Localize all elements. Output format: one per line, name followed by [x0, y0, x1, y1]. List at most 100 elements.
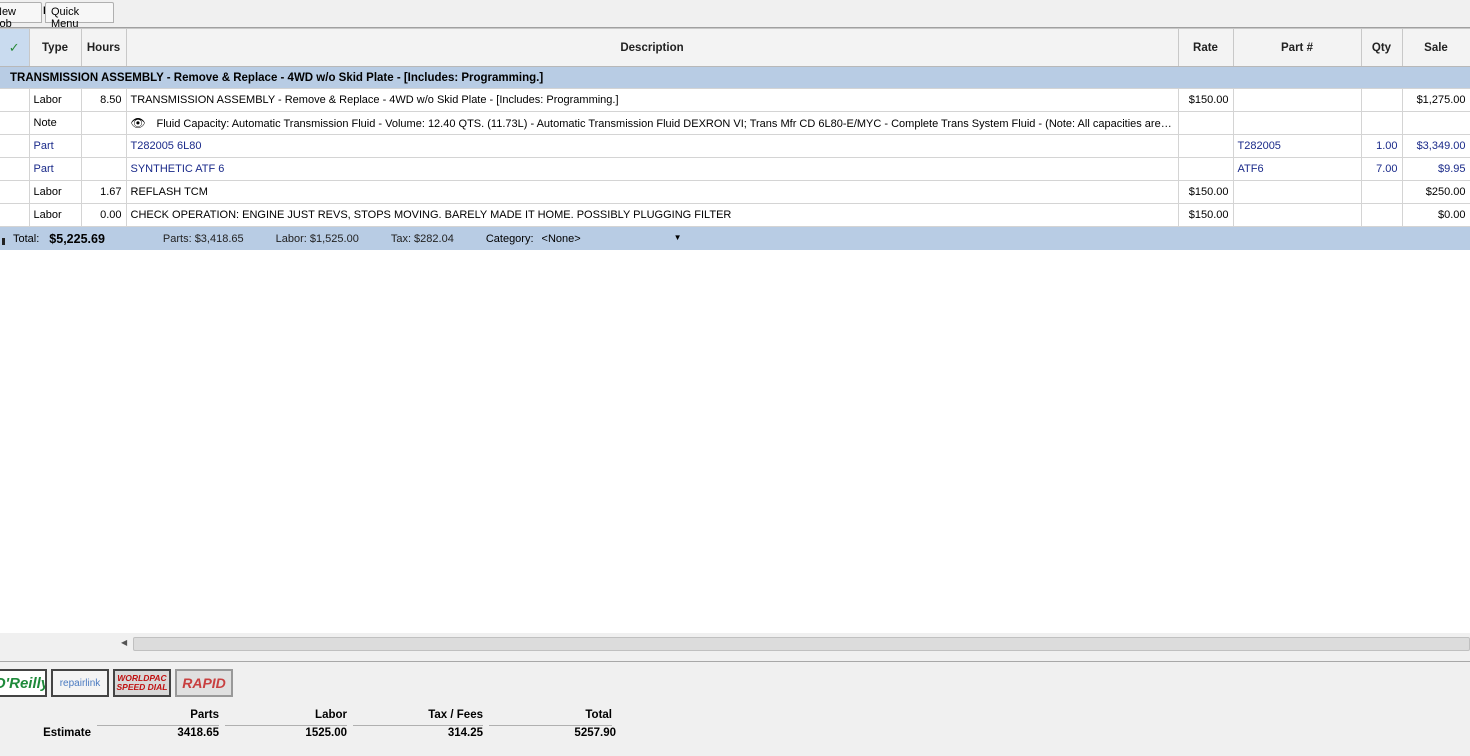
- row-description: REFLASH TCM: [126, 180, 1179, 204]
- row-sale: $9.95: [1402, 157, 1470, 181]
- column-header-description[interactable]: Description: [126, 28, 1179, 67]
- row-type: Part: [29, 157, 82, 181]
- labor-total: Labor: $1,525.00: [275, 232, 359, 245]
- row-rate: [1178, 111, 1234, 135]
- row-rate: $150.00: [1178, 180, 1234, 204]
- row-sale: [1402, 111, 1470, 135]
- row-checkbox[interactable]: [0, 111, 30, 135]
- repairlink-button[interactable]: repairlink: [51, 669, 109, 697]
- column-header-hours[interactable]: Hours: [81, 28, 127, 67]
- job-grid: ✓ Type Hours Description Rate Part # Qty…: [0, 28, 1470, 227]
- row-description: T282005 6L80: [126, 134, 1179, 158]
- row-qty: 1.00: [1361, 134, 1403, 158]
- row-rate: $150.00: [1178, 88, 1234, 112]
- table-row[interactable]: Labor 0.00 CHECK OPERATION: ENGINE JUST …: [0, 203, 1470, 227]
- row-part-number: [1233, 111, 1362, 135]
- column-header-part-number[interactable]: Part #: [1233, 28, 1362, 67]
- row-type: Part: [29, 134, 82, 158]
- tax-total: Tax: $282.04: [390, 232, 454, 245]
- estimate-header-parts: Parts: [97, 709, 219, 726]
- scroll-left-arrow-icon[interactable]: ◀: [121, 638, 127, 647]
- eye-icon[interactable]: 👁: [131, 116, 149, 130]
- row-checkbox[interactable]: [0, 134, 30, 158]
- row-rate: [1178, 134, 1234, 158]
- horizontal-scrollbar[interactable]: [133, 637, 1470, 651]
- note-text: Fluid Capacity: Automatic Transmission F…: [156, 118, 1178, 130]
- row-hours: 0.00: [81, 203, 127, 227]
- row-indicator: [2, 238, 5, 245]
- select-all-checkbox[interactable]: ✓: [0, 28, 30, 67]
- row-sale: $1,275.00: [1402, 88, 1470, 112]
- table-row[interactable]: Part T282005 6L80 T282005 1.00 $3,349.00: [0, 134, 1470, 158]
- estimate-header-tax: Tax / Fees: [353, 709, 483, 726]
- table-row[interactable]: Part SYNTHETIC ATF 6 ATF6 7.00 $9.95: [0, 157, 1470, 181]
- tab-quick-menu-label: Quick Menu: [51, 6, 80, 30]
- tab-new-job[interactable]: New Job: [0, 2, 42, 30]
- row-checkbox[interactable]: [0, 157, 30, 181]
- rapid-logo: RAPID: [182, 675, 226, 691]
- row-rate: [1178, 157, 1234, 181]
- column-header-qty[interactable]: Qty: [1361, 28, 1403, 67]
- repairlink-logo: repairlink: [59, 677, 101, 689]
- row-part-number: ATF6: [1233, 157, 1362, 181]
- row-part-number: T282005: [1233, 134, 1362, 158]
- total-value: $5,225.69: [49, 231, 105, 246]
- oreilly-logo: O'Reilly: [0, 674, 45, 692]
- column-header-rate[interactable]: Rate: [1178, 28, 1234, 67]
- table-row[interactable]: Note 👁 Fluid Capacity: Automatic Transmis…: [0, 111, 1470, 135]
- row-qty: 7.00: [1361, 157, 1403, 181]
- row-type: Labor: [29, 180, 82, 204]
- estimate-tax-value: 314.25: [447, 727, 483, 739]
- table-row[interactable]: Labor 8.50 TRANSMISSION ASSEMBLY - Remov…: [0, 88, 1470, 112]
- worldpac-logo-line2: SPEED DIAL: [116, 682, 168, 692]
- row-qty: [1361, 180, 1403, 204]
- row-type: Labor: [29, 88, 82, 112]
- worldpac-speed-dial-button[interactable]: WORLDPAC SPEED DIAL: [113, 669, 171, 697]
- row-hours: 1.67: [81, 180, 127, 204]
- row-type: Labor: [29, 203, 82, 227]
- category-value: <None>: [541, 232, 581, 245]
- estimate-row-label: Estimate: [43, 727, 91, 739]
- oreilly-button[interactable]: O'Reilly: [0, 669, 47, 697]
- table-row[interactable]: Labor 1.67 REFLASH TCM $150.00 $250.00: [0, 180, 1470, 204]
- row-part-number: [1233, 88, 1362, 112]
- parts-total: Parts: $3,418.65: [162, 232, 244, 245]
- row-checkbox[interactable]: [0, 180, 30, 204]
- row-checkbox[interactable]: [0, 88, 30, 112]
- row-checkbox[interactable]: [0, 203, 30, 227]
- tab-quick-menu[interactable]: Quick Menu: [45, 2, 114, 30]
- estimate-total-value: 5257.90: [574, 727, 616, 739]
- row-part-number: [1233, 180, 1362, 204]
- column-header-sale[interactable]: Sale: [1402, 28, 1470, 67]
- row-part-number: [1233, 203, 1362, 227]
- row-sale: $250.00: [1402, 180, 1470, 204]
- row-description: TRANSMISSION ASSEMBLY - Remove & Replace…: [126, 88, 1179, 112]
- row-description: CHECK OPERATION: ENGINE JUST REVS, STOPS…: [126, 203, 1179, 227]
- row-description: SYNTHETIC ATF 6: [126, 157, 1179, 181]
- row-sale: $0.00: [1402, 203, 1470, 227]
- row-hours: [81, 134, 127, 158]
- estimate-header-labor: Labor: [225, 709, 347, 726]
- row-qty: [1361, 111, 1403, 135]
- row-qty: [1361, 203, 1403, 227]
- row-hours: [81, 157, 127, 181]
- row-sale: $3,349.00: [1402, 134, 1470, 158]
- total-label: Total:: [13, 232, 40, 245]
- rapid-button[interactable]: RAPID: [175, 669, 233, 697]
- job-group-title: TRANSMISSION ASSEMBLY - Remove & Replace…: [0, 66, 1470, 89]
- category-dropdown[interactable]: <None> ▼: [542, 233, 682, 245]
- estimate-parts-value: 3418.65: [177, 727, 219, 739]
- job-totals-bar: Total: $5,225.69 Parts: $3,418.65 Labor:…: [0, 227, 1470, 250]
- row-rate: $150.00: [1178, 203, 1234, 227]
- row-hours: 8.50: [81, 88, 127, 112]
- chevron-down-icon[interactable]: ▼: [674, 233, 682, 245]
- divider: [0, 661, 1470, 662]
- job-group-row[interactable]: TRANSMISSION ASSEMBLY - Remove & Replace…: [0, 66, 1470, 89]
- estimate-header-total: Total: [489, 709, 612, 726]
- category-label: Category:: [485, 232, 534, 245]
- column-header-type[interactable]: Type: [29, 28, 82, 67]
- row-description: 👁 Fluid Capacity: Automatic Transmission …: [126, 111, 1179, 135]
- row-qty: [1361, 88, 1403, 112]
- row-hours: [81, 111, 127, 135]
- estimate-labor-value: 1525.00: [305, 727, 347, 739]
